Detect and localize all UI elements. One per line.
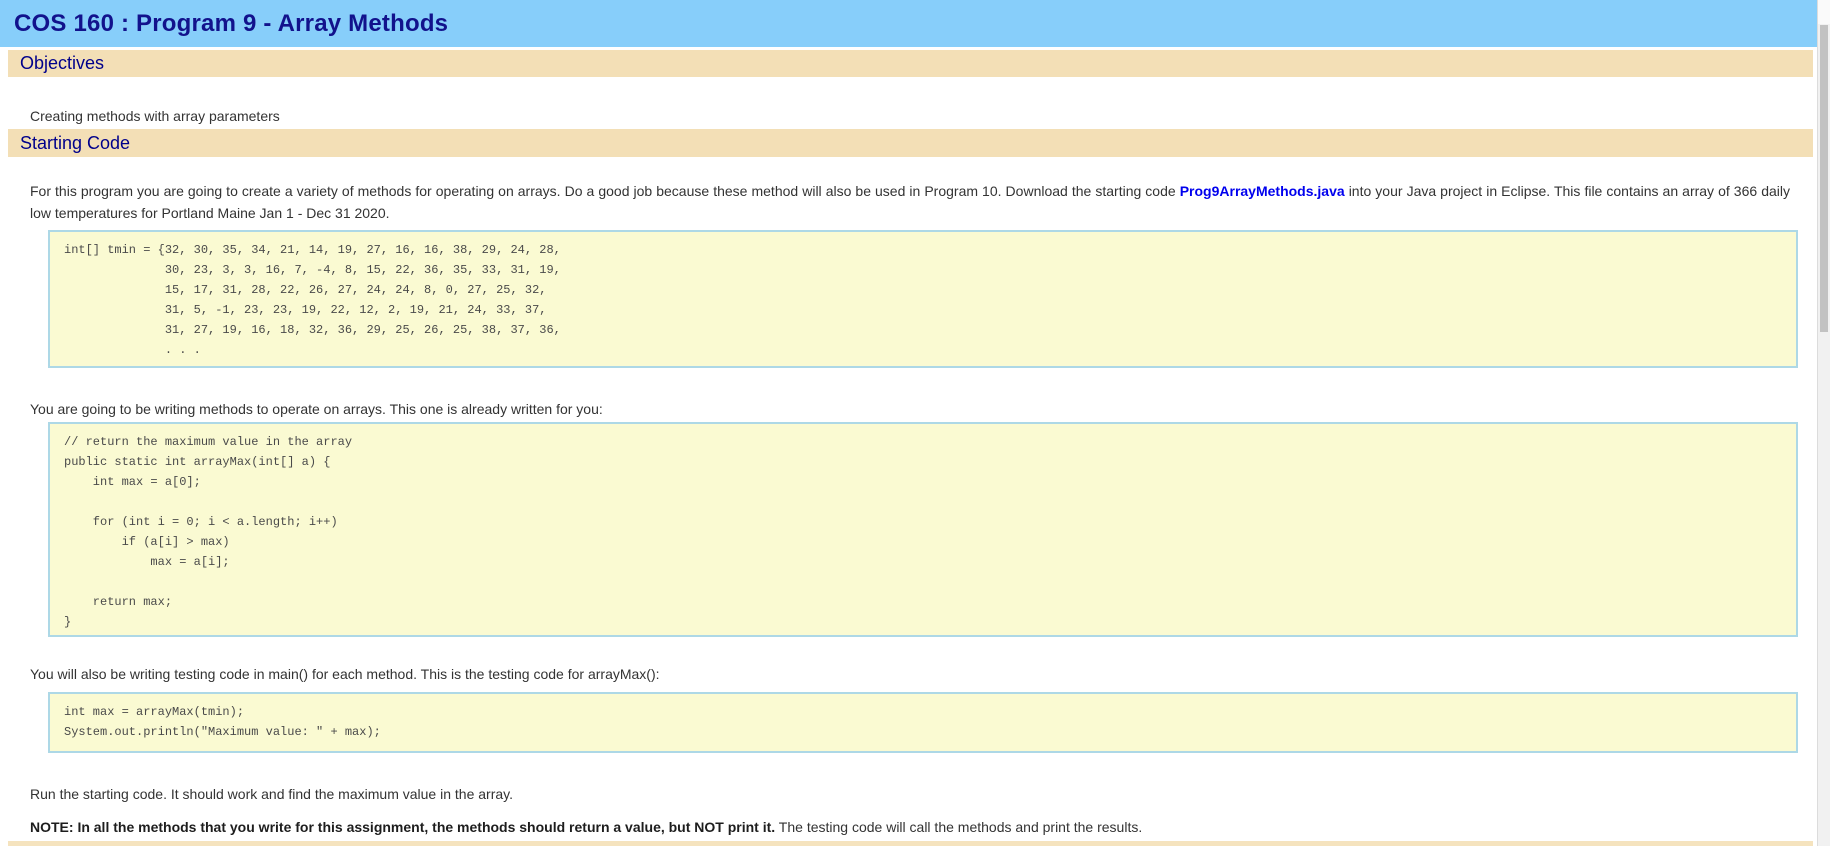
testing-intro-text: You will also be writing testing code in…	[30, 666, 660, 682]
prog9-download-link[interactable]: Prog9ArrayMethods.java	[1180, 183, 1345, 199]
starting-code-intro-paragraph: For this program you are going to create…	[30, 180, 1790, 224]
vertical-scrollbar[interactable]	[1817, 0, 1830, 846]
next-section-bar-partial	[8, 841, 1813, 846]
starting-code-heading: Starting Code	[20, 132, 131, 153]
run-starting-code-text: Run the starting code. It should work an…	[30, 786, 513, 802]
page-title: COS 160 : Program 9 - Array Methods	[14, 9, 449, 37]
scrollbar-thumb[interactable]	[1820, 25, 1828, 332]
note-rest-text: The testing code will call the methods a…	[775, 819, 1143, 835]
testing-code-block: int max = arrayMax(tmin); System.out.pri…	[48, 692, 1798, 753]
tmin-array-code-block: int[] tmin = {32, 30, 35, 34, 21, 14, 19…	[48, 230, 1798, 368]
already-written-text: You are going to be writing methods to o…	[30, 401, 603, 417]
note-paragraph: NOTE: In all the methods that you write …	[30, 818, 1790, 836]
assignment-page: COS 160 : Program 9 - Array Methods Obje…	[0, 0, 1817, 846]
scrollbar-up-button[interactable]	[1818, 0, 1830, 24]
section-header-starting-code: Starting Code	[8, 129, 1813, 157]
arraymax-method-code-block: // return the maximum value in the array…	[48, 422, 1798, 637]
page-title-bar: COS 160 : Program 9 - Array Methods	[0, 0, 1817, 47]
intro-text-before-link: For this program you are going to create…	[30, 183, 1180, 199]
objectives-heading: Objectives	[20, 53, 105, 73]
note-bold-text: NOTE: In all the methods that you write …	[30, 819, 776, 835]
section-header-objectives: Objectives	[8, 50, 1813, 77]
objectives-text: Creating methods with array parameters	[30, 108, 280, 124]
